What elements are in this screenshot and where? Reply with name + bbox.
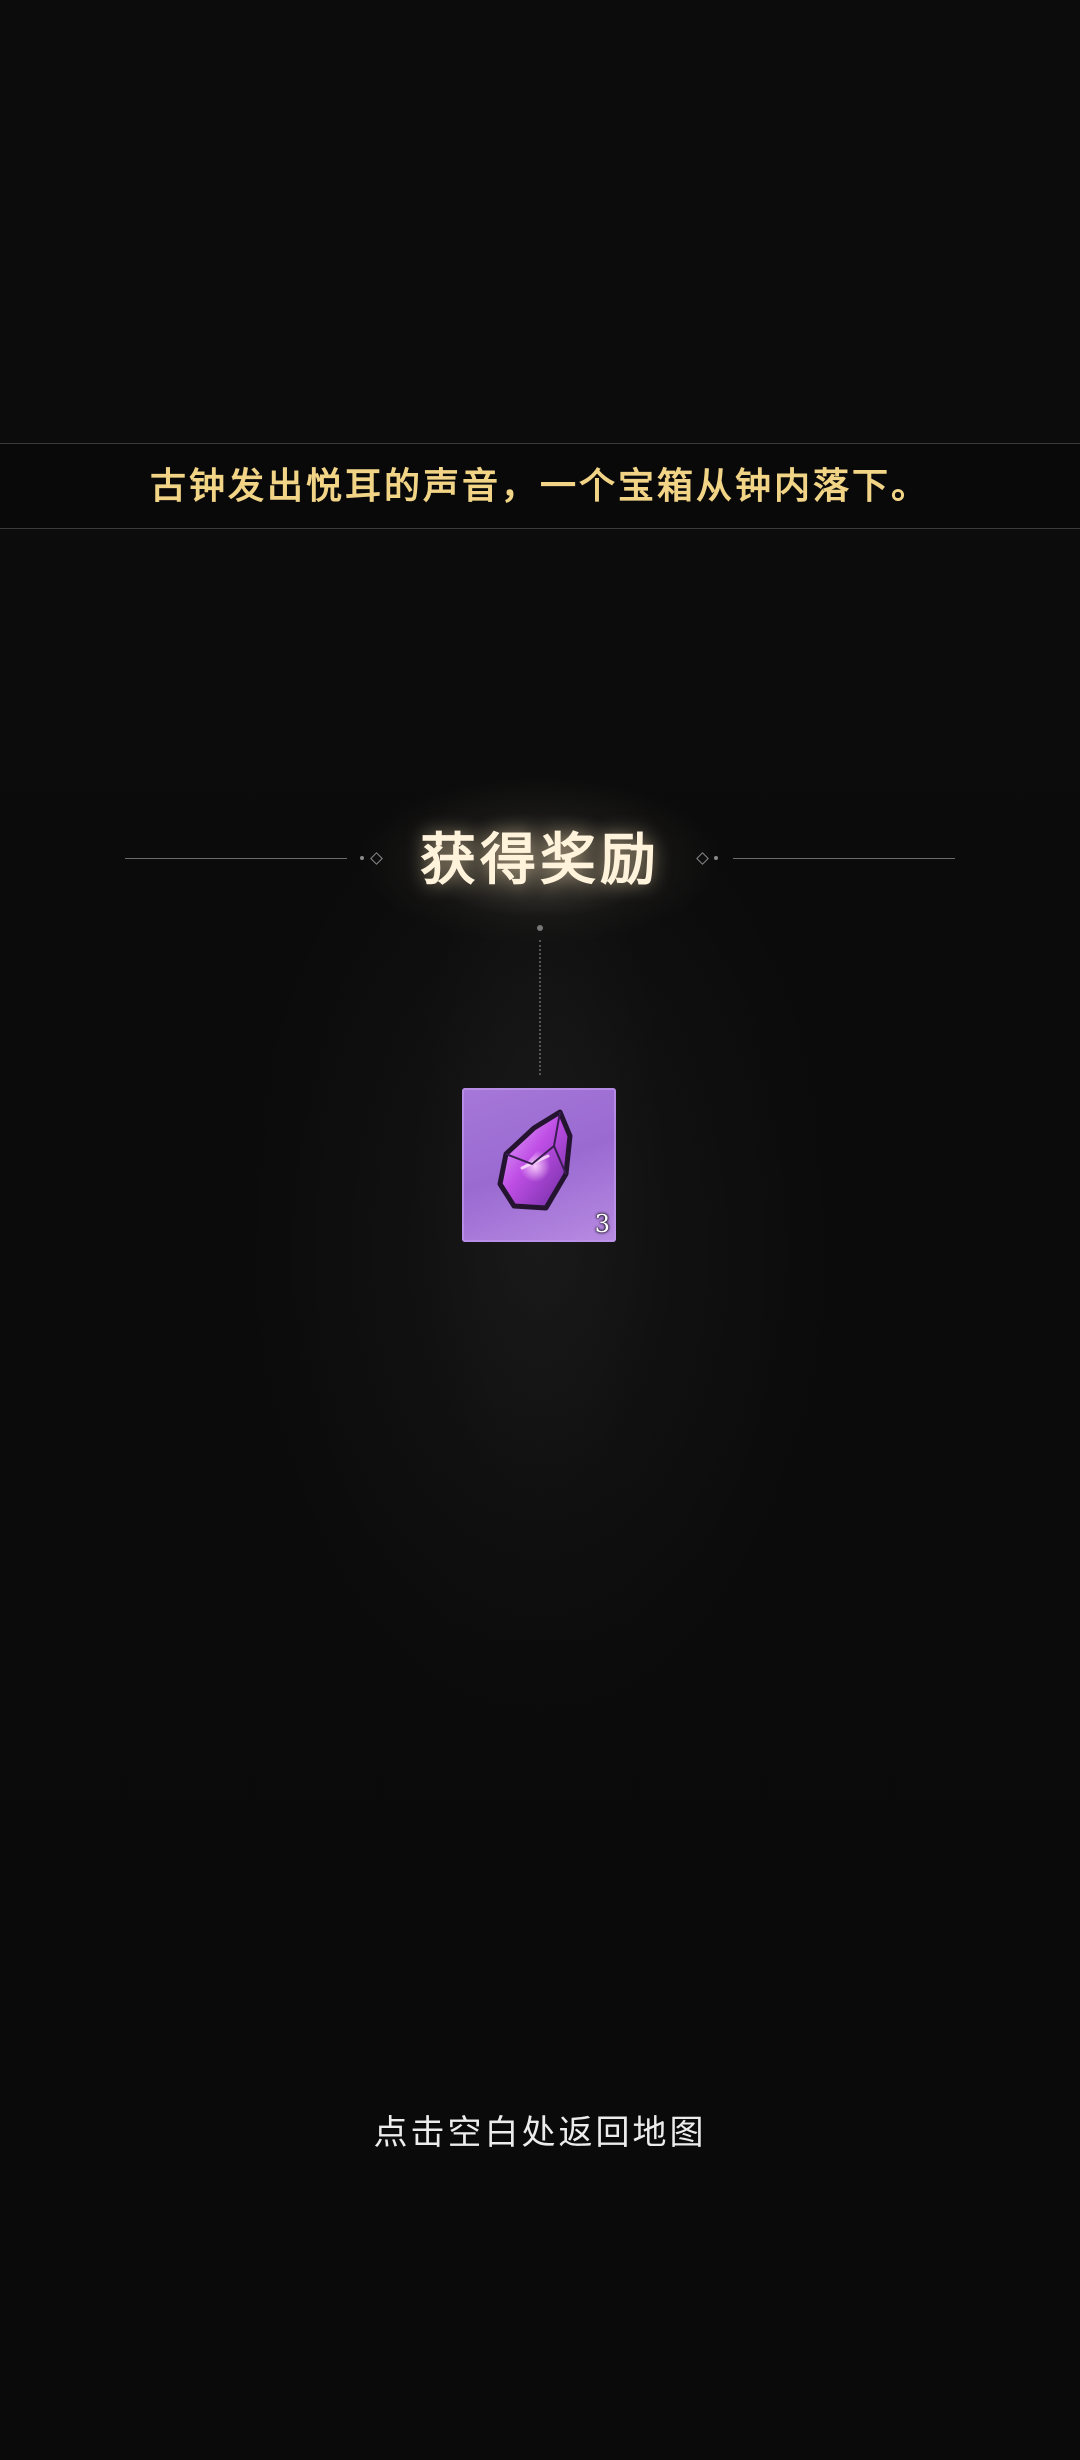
header-divider-left (125, 858, 347, 859)
reward-header: 获得奖励 (0, 790, 1080, 940)
connector-line (539, 940, 541, 1075)
header-dot-right (714, 856, 718, 860)
header-divider-right (733, 858, 955, 859)
reward-item-slot[interactable]: 3 (462, 1088, 616, 1242)
narration-text: 古钟发出悦耳的声音，一个宝箱从钟内落下。 (149, 465, 930, 507)
narration-bar: 古钟发出悦耳的声音，一个宝箱从钟内落下。 (0, 443, 1080, 529)
return-to-map-hint[interactable]: 点击空白处返回地图 (0, 2105, 1080, 2161)
connector-dot (537, 925, 543, 931)
purple-crystal-icon (497, 1109, 573, 1211)
item-count: 3 (594, 1210, 610, 1238)
reward-title: 获得奖励 (420, 827, 660, 893)
header-dot-left (360, 856, 364, 860)
